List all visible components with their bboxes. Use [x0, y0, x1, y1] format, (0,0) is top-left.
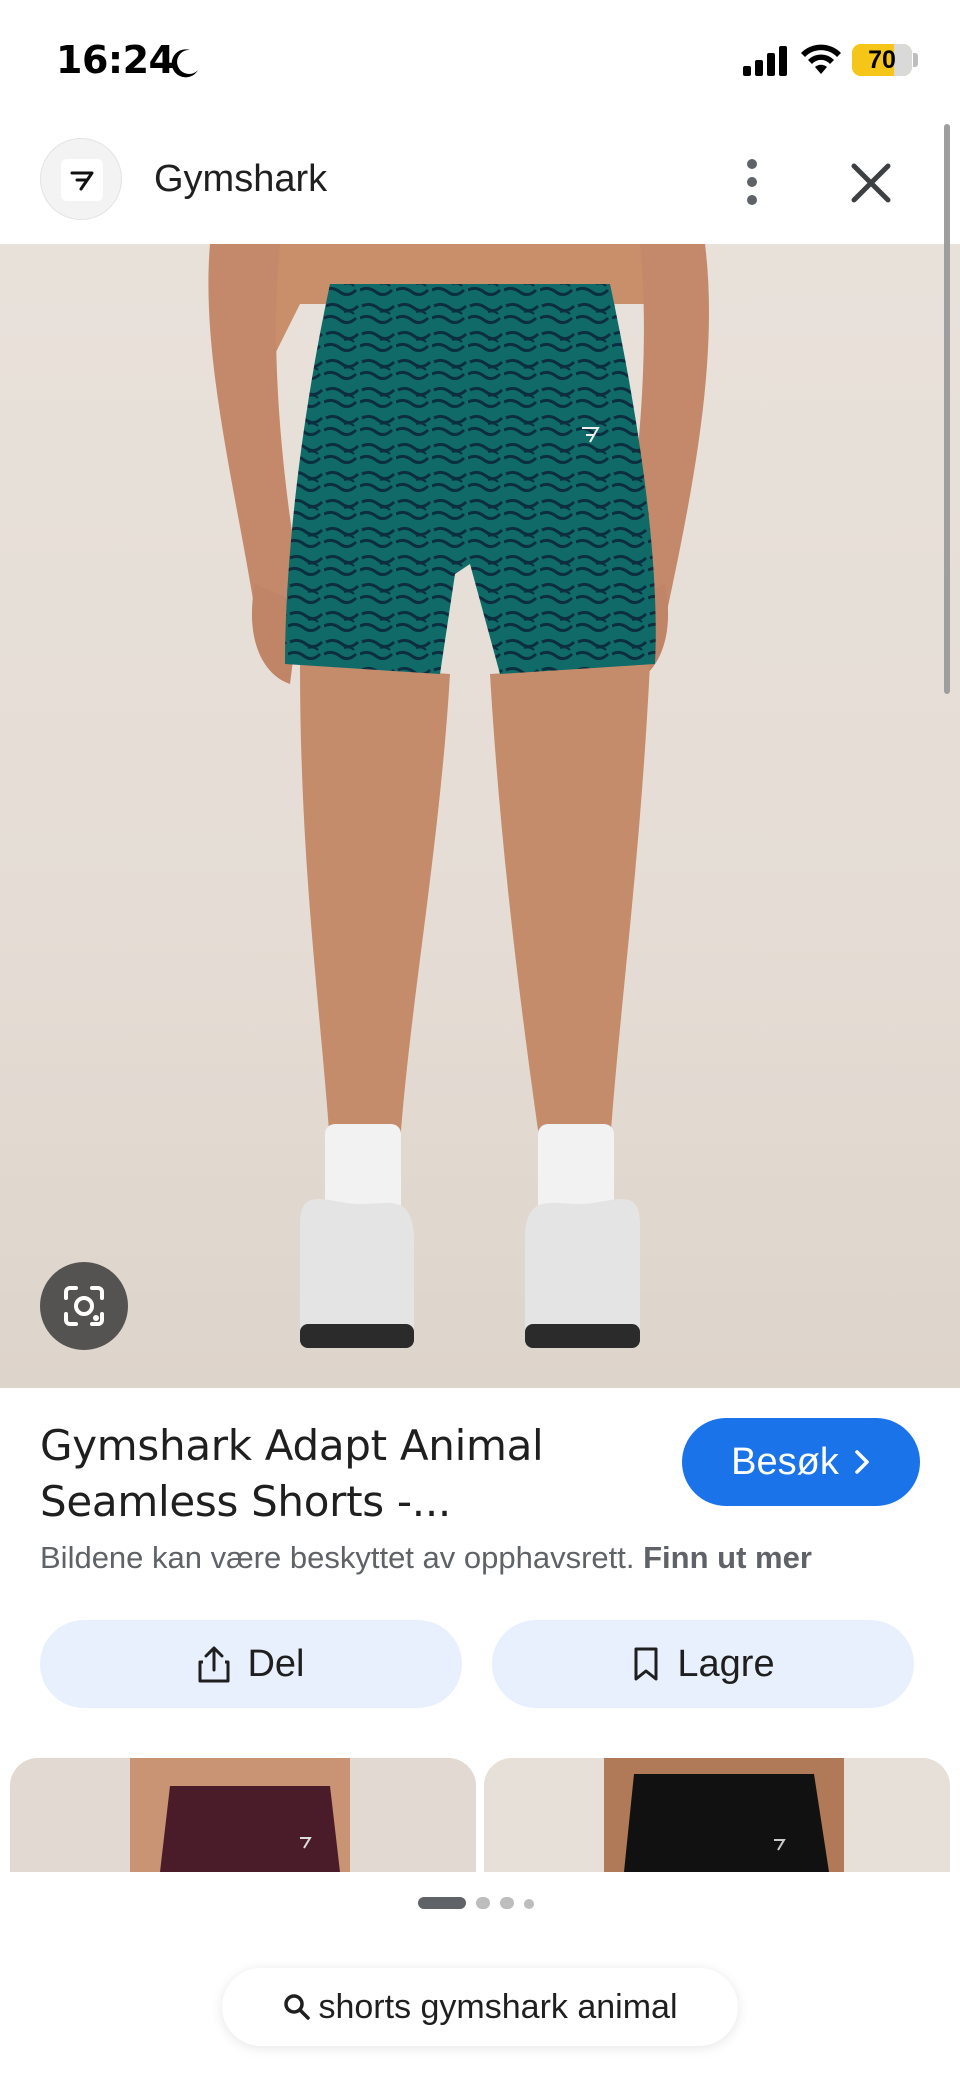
save-label: Lagre	[677, 1642, 775, 1685]
gymshark-logo-icon	[61, 159, 103, 201]
related-image[interactable]	[484, 1758, 950, 1872]
site-name[interactable]: Gymshark	[154, 158, 327, 201]
related-image[interactable]	[10, 1758, 476, 1872]
battery-indicator: 70	[852, 44, 912, 76]
share-label: Del	[247, 1642, 305, 1685]
chevron-right-icon	[855, 1450, 869, 1474]
product-photo	[208, 244, 709, 1348]
scrollbar[interactable]	[944, 124, 950, 694]
search-icon	[284, 1994, 311, 2020]
site-logo[interactable]	[40, 138, 122, 220]
more-vert-icon	[747, 159, 757, 205]
lens-search-button[interactable]	[40, 1262, 128, 1350]
status-time: 16:24	[56, 38, 175, 82]
copyright-notice: Bildene kan være beskyttet av opphavsret…	[40, 1540, 812, 1576]
visit-button[interactable]: Besøk	[682, 1418, 920, 1506]
page-dot	[524, 1899, 534, 1909]
copyright-text: Bildene kan være beskyttet av opphavsret…	[40, 1540, 635, 1575]
close-icon	[851, 163, 891, 203]
battery-tip	[913, 53, 918, 67]
moon-icon	[171, 49, 198, 78]
page-dot-active	[418, 1897, 466, 1909]
related-photo-black	[484, 1758, 950, 1872]
wifi-icon	[801, 44, 841, 74]
share-button[interactable]: Del	[40, 1620, 462, 1708]
signal-icon	[743, 46, 787, 76]
page-dot	[476, 1897, 490, 1909]
search-query-chip[interactable]: shorts gymshark animal	[222, 1968, 738, 2046]
status-bar: 16:24 70	[0, 0, 960, 120]
product-title[interactable]: Gymshark Adapt Animal Seamless Shorts -.…	[40, 1418, 640, 1530]
share-icon	[198, 1646, 230, 1683]
page-indicator	[418, 1895, 542, 1911]
related-photo-burgundy	[10, 1758, 476, 1872]
product-image[interactable]	[0, 244, 960, 1388]
lens-icon	[64, 1286, 104, 1326]
learn-more-link[interactable]: Finn ut mer	[643, 1540, 812, 1575]
battery-percent: 70	[868, 46, 896, 74]
search-query: shorts gymshark animal	[318, 1987, 678, 2026]
bookmark-icon	[634, 1647, 658, 1681]
page-dot	[500, 1897, 514, 1909]
more-options-button[interactable]	[732, 154, 772, 210]
close-button[interactable]	[846, 158, 896, 208]
save-button[interactable]: Lagre	[492, 1620, 914, 1708]
source-header: Gymshark	[0, 120, 960, 244]
visit-label: Besøk	[731, 1440, 839, 1483]
